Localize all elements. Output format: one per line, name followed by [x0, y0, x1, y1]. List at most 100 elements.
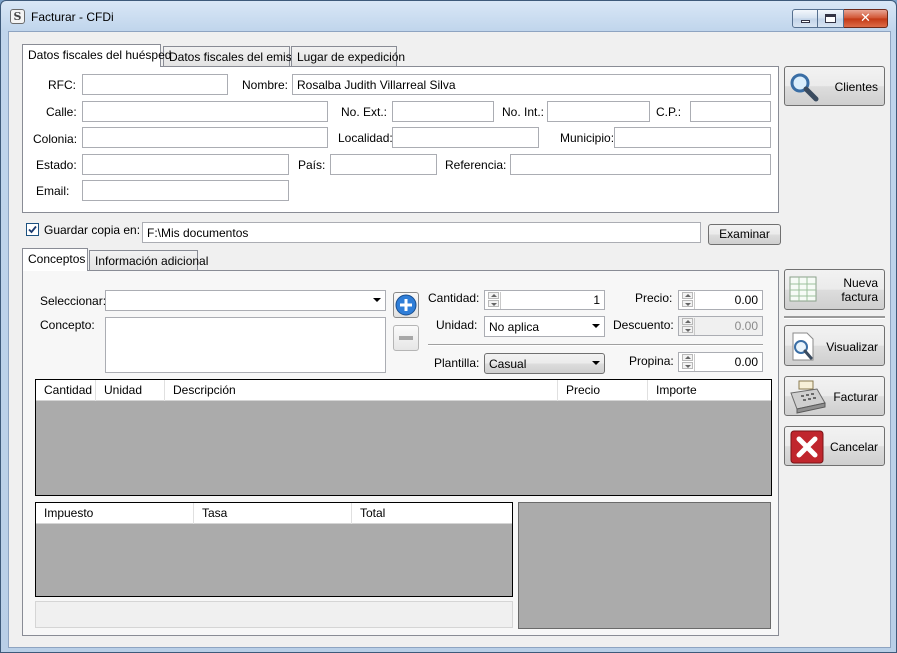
- propina-value: 0.00: [734, 355, 758, 369]
- precio-label: Precio:: [635, 291, 673, 305]
- precio-value: 0.00: [734, 293, 758, 307]
- calle-input[interactable]: [82, 101, 328, 122]
- tax-table[interactable]: Impuesto Tasa Total: [35, 502, 513, 597]
- tab-label: Datos fiscales del emisor: [169, 50, 303, 64]
- noext-input[interactable]: [392, 101, 494, 122]
- tab-conceptos[interactable]: Conceptos: [22, 248, 88, 271]
- noext-label: No. Ext.:: [341, 105, 388, 119]
- cancel-x-icon: [790, 430, 824, 464]
- column-header[interactable]: Importe: [648, 380, 771, 401]
- descuento-label: Descuento:: [613, 318, 674, 332]
- municipio-label: Municipio:: [560, 131, 615, 145]
- column-header[interactable]: Unidad: [96, 380, 165, 401]
- estado-label: Estado:: [36, 158, 77, 172]
- email-input[interactable]: [82, 180, 289, 201]
- nombre-input[interactable]: Rosalba Judith Villarreal Silva: [292, 74, 771, 95]
- cp-input[interactable]: [690, 101, 771, 122]
- chevron-down-icon: [592, 361, 600, 365]
- facturar-label: Facturar: [833, 390, 878, 404]
- estado-input[interactable]: [82, 154, 289, 175]
- column-header[interactable]: Total: [352, 503, 512, 524]
- column-header[interactable]: Impuesto: [36, 503, 194, 524]
- clientes-button[interactable]: Clientes: [784, 66, 885, 106]
- colonia-label: Colonia:: [33, 132, 78, 146]
- facturar-button[interactable]: Facturar: [784, 376, 885, 416]
- cancelar-button[interactable]: Cancelar: [784, 426, 885, 466]
- spinner-arrows-icon: [486, 292, 501, 309]
- conceptos-panel: Seleccionar: Concepto: Cantidad: 1 Preci…: [22, 270, 779, 636]
- maximize-button[interactable]: [818, 9, 844, 28]
- items-table-header: Cantidad Unidad Descripción Precio Impor…: [36, 380, 771, 401]
- localidad-input[interactable]: [392, 127, 539, 148]
- concepto-textarea[interactable]: [105, 317, 386, 373]
- descuento-spinner[interactable]: 0.00: [678, 316, 763, 336]
- visualizar-button[interactable]: Visualizar: [784, 325, 885, 366]
- column-header[interactable]: Precio: [558, 380, 648, 401]
- cantidad-spinner[interactable]: 1: [484, 290, 605, 310]
- close-button[interactable]: ✕: [844, 9, 888, 28]
- guardar-copia-checkbox[interactable]: [26, 223, 39, 236]
- title-bar[interactable]: S Facturar - CFDi ✕: [1, 1, 896, 31]
- clientes-label: Clientes: [834, 80, 878, 94]
- plantilla-combo[interactable]: Casual: [484, 353, 605, 374]
- pais-label: País:: [298, 158, 326, 172]
- localidad-label: Localidad:: [338, 131, 393, 145]
- precio-spinner[interactable]: 0.00: [678, 290, 763, 310]
- unidad-value: No aplica: [489, 320, 540, 334]
- minimize-button[interactable]: [792, 9, 818, 28]
- totals-strip: [35, 601, 513, 628]
- tab-label: Información adicional: [95, 254, 209, 268]
- nueva-factura-label: Nueva factura: [841, 276, 878, 304]
- guest-panel: RFC: Nombre: Rosalba Judith Villarreal S…: [22, 66, 779, 213]
- checkmark-icon: [28, 225, 37, 234]
- column-header[interactable]: Tasa: [194, 503, 352, 524]
- tab-label: Conceptos: [28, 252, 86, 266]
- noint-input[interactable]: [547, 101, 650, 122]
- tab-datos-huesped[interactable]: Datos fiscales del huésped: [22, 44, 171, 67]
- maximize-icon: [825, 14, 836, 23]
- pais-input[interactable]: [330, 154, 437, 175]
- factura-label: factura: [841, 290, 878, 304]
- tab-label: Lugar de expedición: [297, 50, 406, 64]
- noint-label: No. Int.:: [502, 105, 545, 119]
- examinar-button[interactable]: Examinar: [708, 224, 781, 245]
- referencia-input[interactable]: [510, 154, 771, 175]
- propina-spinner[interactable]: 0.00: [678, 352, 763, 372]
- save-path-input[interactable]: F:\Mis documentos: [142, 222, 701, 243]
- colonia-input[interactable]: [82, 127, 328, 148]
- descuento-value: 0.00: [734, 319, 758, 333]
- nueva-factura-button[interactable]: Nueva factura: [784, 269, 885, 310]
- plus-circle-icon: [395, 294, 417, 316]
- guardar-copia-label: Guardar copia en:: [44, 223, 141, 237]
- tab-informacion-adicional[interactable]: Información adicional: [89, 250, 208, 270]
- email-label: Email:: [36, 184, 70, 198]
- window: S Facturar - CFDi ✕ Datos fiscales del h…: [0, 0, 897, 653]
- window-title: Facturar - CFDi: [31, 10, 114, 24]
- rfc-input[interactable]: [82, 74, 228, 95]
- cantidad-value: 1: [593, 293, 600, 307]
- remove-concept-button[interactable]: [393, 325, 419, 351]
- cp-label: C.P.:: [656, 105, 682, 119]
- add-concept-button[interactable]: [393, 292, 419, 318]
- unidad-combo[interactable]: No aplica: [484, 316, 605, 337]
- items-table[interactable]: Cantidad Unidad Descripción Precio Impor…: [35, 379, 772, 496]
- tab-label: Datos fiscales del huésped: [28, 48, 172, 62]
- summary-panel: [518, 502, 771, 629]
- spreadsheet-icon: [789, 276, 817, 302]
- plantilla-label: Plantilla:: [434, 356, 480, 370]
- minimize-icon: [801, 20, 810, 23]
- seleccionar-combo[interactable]: [105, 290, 386, 311]
- column-header[interactable]: Cantidad: [36, 380, 96, 401]
- side-divider: [784, 316, 885, 319]
- concepto-label: Concepto:: [40, 318, 95, 332]
- cantidad-label: Cantidad:: [428, 291, 480, 305]
- app-s-icon[interactable]: S: [10, 9, 25, 24]
- magnifier-icon: [790, 73, 819, 102]
- cash-register-icon: [790, 380, 826, 414]
- minus-icon: [399, 336, 413, 340]
- column-header[interactable]: Descripción: [165, 380, 558, 401]
- chevron-down-icon: [373, 298, 381, 302]
- municipio-input[interactable]: [614, 127, 771, 148]
- tab-lugar-expedicion[interactable]: Lugar de expedición: [291, 46, 405, 66]
- tab-datos-emisor[interactable]: Datos fiscales del emisor: [163, 46, 302, 66]
